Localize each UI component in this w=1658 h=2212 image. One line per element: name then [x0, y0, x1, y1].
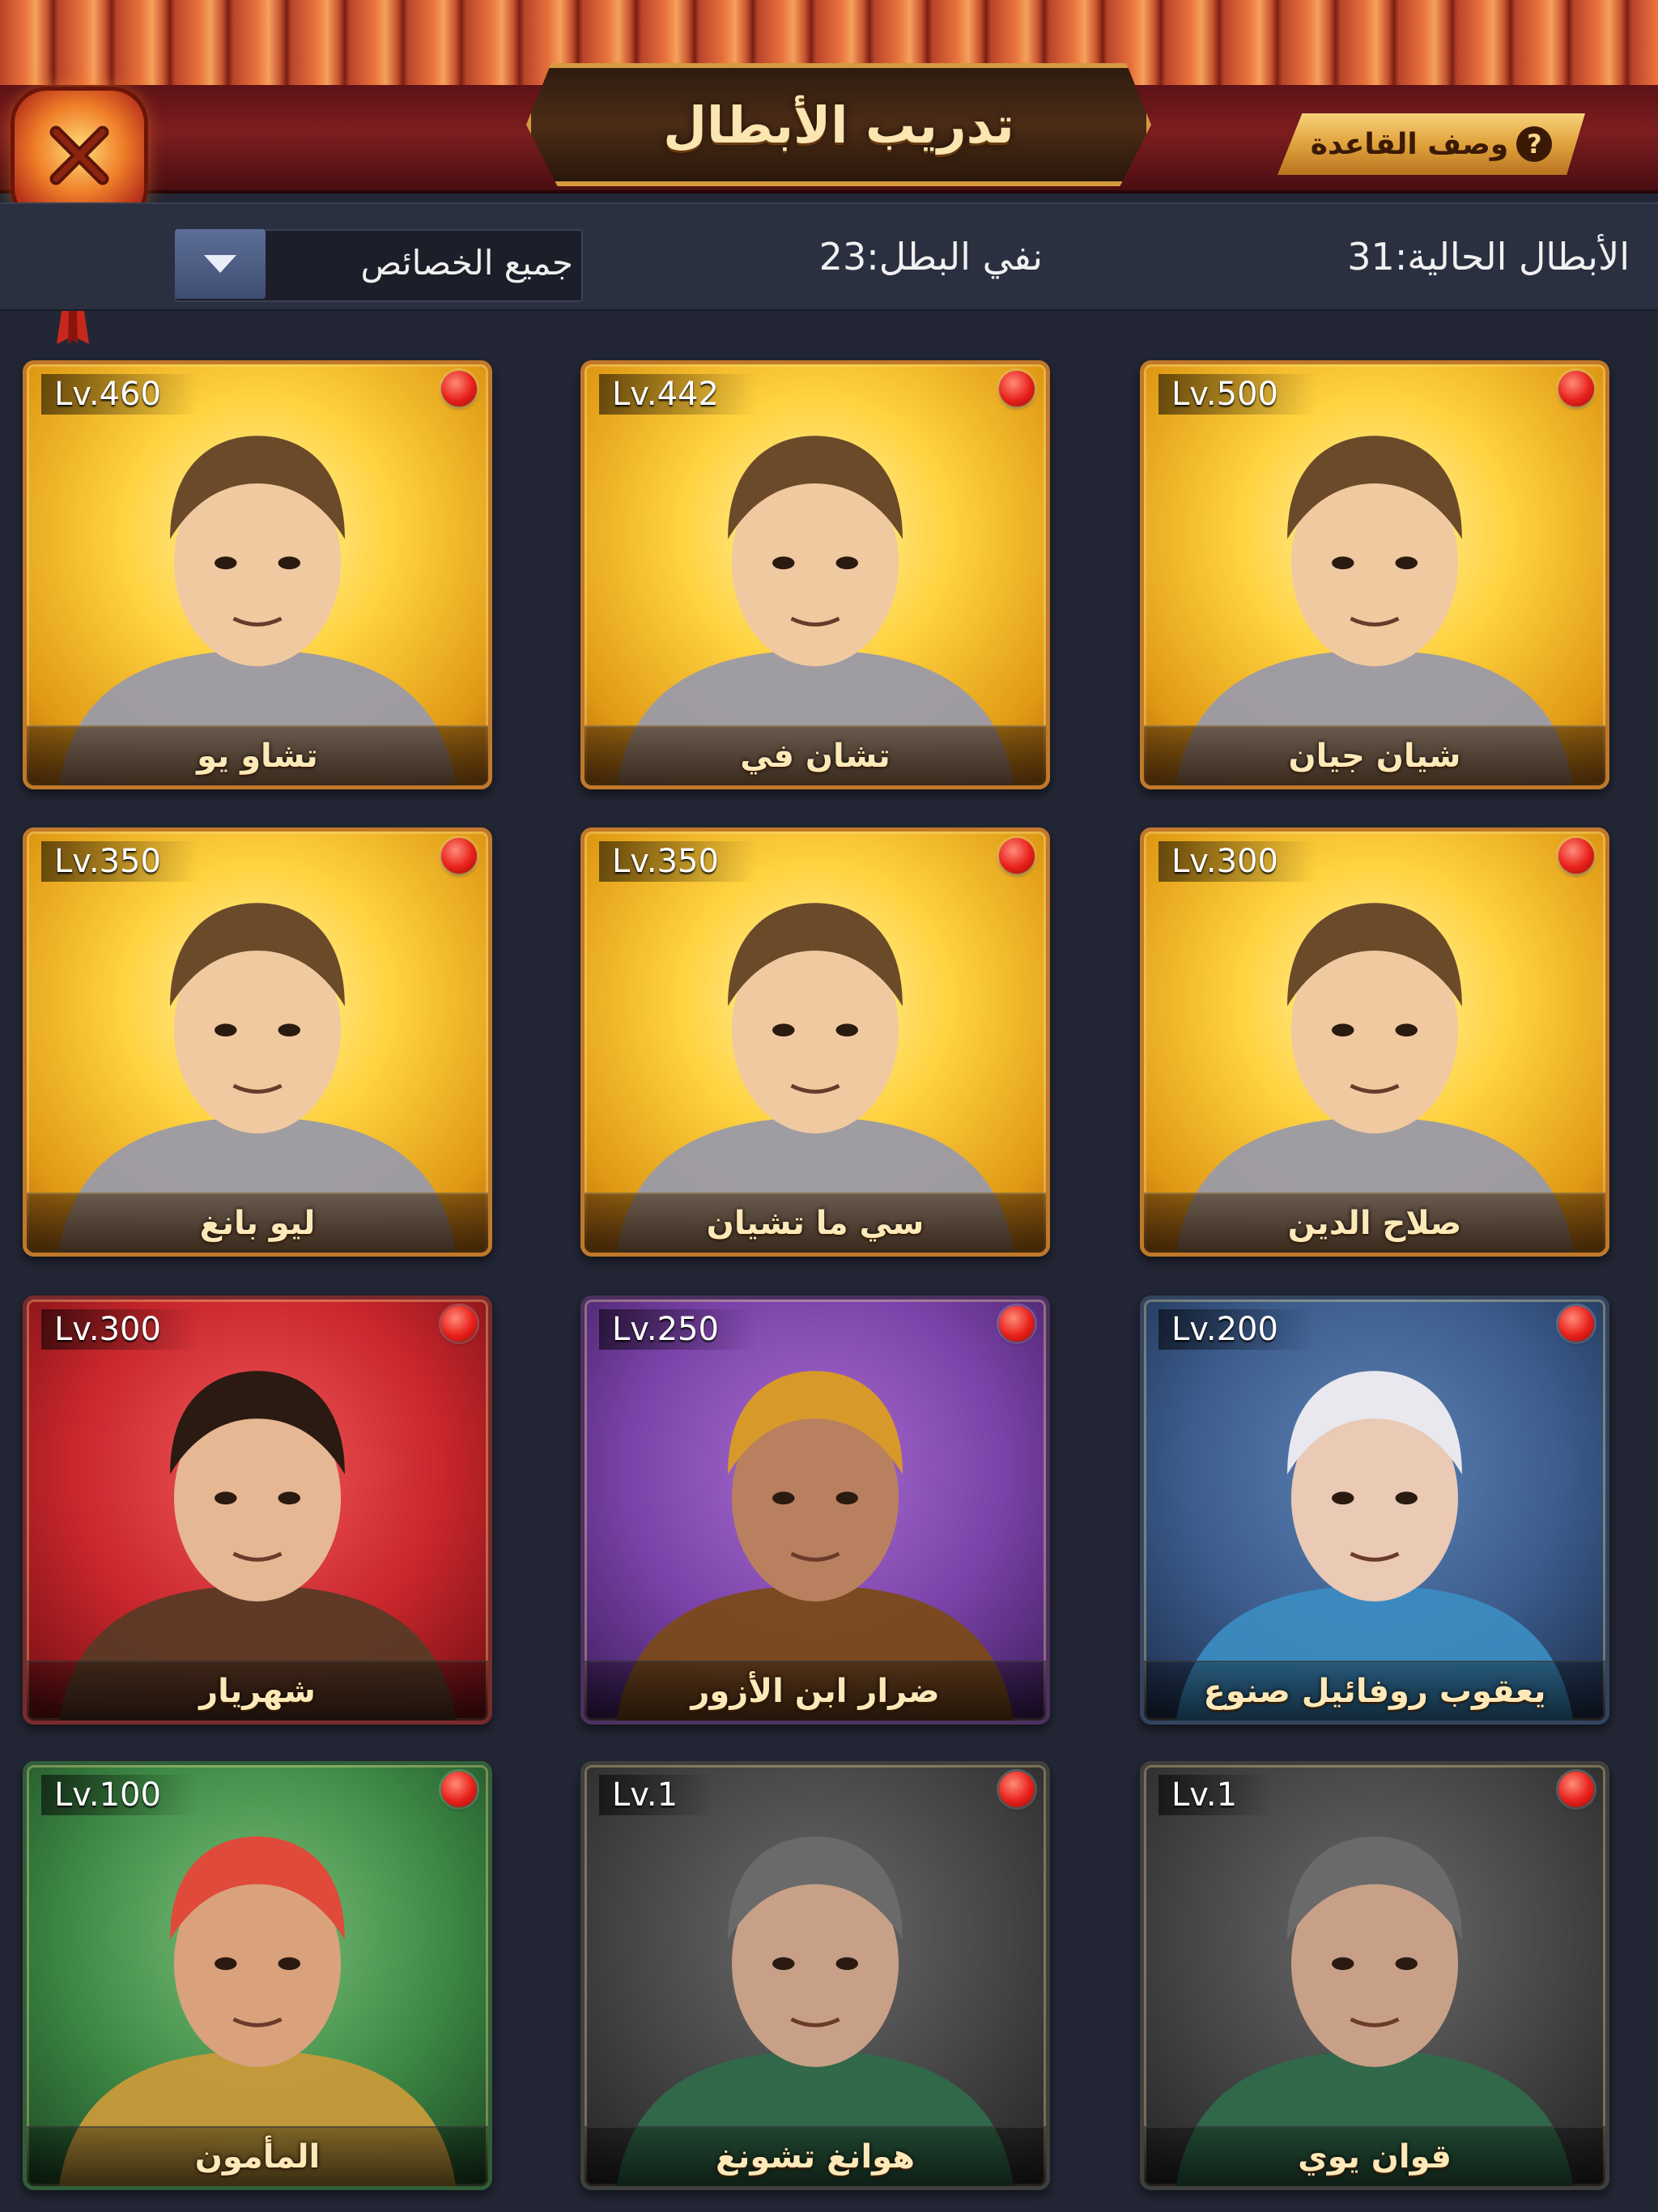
hero-card[interactable]: Lv.300 شهريار: [23, 1295, 492, 1725]
hero-name-bar: ليو بانغ: [27, 1193, 488, 1253]
hero-card[interactable]: Lv.500 شيان جيان: [1140, 360, 1609, 789]
hero-name-bar: هوانغ تشونغ: [585, 2126, 1046, 2186]
hero-portrait: [616, 436, 1014, 785]
notification-dot-icon: [1558, 838, 1594, 874]
hero-level: Lv.460: [41, 374, 198, 415]
hero-level: Lv.100: [41, 1775, 198, 1815]
hero-name-bar: تشان في: [585, 725, 1046, 785]
notification-dot-icon: [999, 1772, 1035, 1807]
hero-name: قوان يوي: [1298, 2138, 1452, 2176]
hero-name-bar: سي ما تشيان: [585, 1193, 1046, 1253]
hero-portrait: [616, 1371, 1014, 1721]
dropdown-arrow-button[interactable]: [175, 229, 266, 299]
hero-level: Lv.200: [1158, 1309, 1316, 1350]
current-heroes-count: الأبطال الحالية:31: [1347, 235, 1630, 279]
hero-name-bar: يعقوب روفائيل صنوع: [1144, 1661, 1605, 1721]
hero-card[interactable]: Lv.1 هوانغ تشونغ: [580, 1761, 1050, 2190]
hero-portrait: [1175, 436, 1574, 785]
chevron-down-icon: [204, 255, 236, 273]
notification-dot-icon: [441, 838, 477, 874]
hero-portrait: [58, 1836, 457, 2186]
hero-name: يعقوب روفائيل صنوع: [1203, 1673, 1546, 1710]
title-plate: تدريب الأبطال: [526, 63, 1151, 186]
hero-card[interactable]: Lv.250 ضرار ابن الأزور: [580, 1295, 1050, 1725]
close-icon: [49, 125, 109, 185]
notification-dot-icon: [999, 371, 1035, 406]
hero-name: هوانغ تشونغ: [716, 2138, 915, 2176]
hero-level: Lv.350: [41, 841, 198, 882]
hero-card[interactable]: Lv.350 سي ما تشيان: [580, 827, 1050, 1257]
exiled-heroes-count: نفي البطل:23: [818, 235, 1043, 279]
hero-level: Lv.300: [41, 1309, 198, 1350]
hero-name: شهريار: [199, 1673, 316, 1710]
hero-level: Lv.250: [599, 1309, 756, 1350]
hero-name: ضرار ابن الأزور: [691, 1673, 940, 1710]
hero-portrait: [1175, 1371, 1574, 1721]
hero-portrait: [1175, 1836, 1574, 2186]
notification-dot-icon: [1558, 1306, 1594, 1342]
hero-portrait: [58, 903, 457, 1253]
hero-name: سي ما تشيان: [706, 1205, 925, 1242]
hero-level: Lv.350: [599, 841, 756, 882]
notification-dot-icon: [1558, 371, 1594, 406]
hero-level: Lv.300: [1158, 841, 1316, 882]
hero-card[interactable]: Lv.460 تشاو يو: [23, 360, 492, 789]
rule-description-label: وصف القاعدة: [1310, 127, 1509, 161]
hero-card[interactable]: Lv.300 صلاح الدين: [1140, 827, 1609, 1257]
notification-dot-icon: [999, 838, 1035, 874]
hero-level: Lv.500: [1158, 374, 1316, 415]
hero-name: تشاو يو: [197, 738, 318, 775]
hero-card[interactable]: Lv.442 تشان في: [580, 360, 1050, 789]
hero-name-bar: شيان جيان: [1144, 725, 1605, 785]
hero-name-bar: قوان يوي: [1144, 2126, 1605, 2186]
hero-name: شيان جيان: [1288, 738, 1461, 775]
hero-name: المأمون: [194, 2138, 321, 2176]
hero-portrait: [616, 1836, 1014, 2186]
hero-level: Lv.1: [1158, 1775, 1275, 1815]
rule-description-button[interactable]: وصف القاعدة ?: [1278, 113, 1585, 175]
hero-card[interactable]: Lv.350 ليو بانغ: [23, 827, 492, 1257]
notification-dot-icon: [1558, 1772, 1594, 1807]
hero-name-bar: المأمون: [27, 2126, 488, 2186]
hero-name-bar: ضرار ابن الأزور: [585, 1661, 1046, 1721]
notification-dot-icon: [441, 1306, 477, 1342]
hero-card[interactable]: Lv.100 المأمون: [23, 1761, 492, 2190]
hero-portrait: [1175, 903, 1574, 1253]
hero-portrait: [58, 436, 457, 785]
hero-level: Lv.1: [599, 1775, 716, 1815]
hero-name: صلاح الدين: [1287, 1205, 1462, 1242]
hero-portrait: [616, 903, 1014, 1253]
question-icon: ?: [1516, 126, 1553, 162]
hero-name-bar: تشاو يو: [27, 725, 488, 785]
notification-dot-icon: [441, 1772, 477, 1807]
hero-name-bar: صلاح الدين: [1144, 1193, 1605, 1253]
filter-selected-value: جميع الخصائص: [360, 243, 573, 283]
hero-card[interactable]: Lv.200 يعقوب روفائيل صنوع: [1140, 1295, 1609, 1725]
close-button[interactable]: [15, 91, 144, 220]
hero-name: تشان في: [740, 738, 891, 775]
page-title: تدريب الأبطال: [663, 95, 1014, 155]
hero-name-bar: شهريار: [27, 1661, 488, 1721]
hero-card[interactable]: Lv.1 قوان يوي: [1140, 1761, 1609, 2190]
notification-dot-icon: [999, 1306, 1035, 1342]
hero-level: Lv.442: [599, 374, 756, 415]
notification-dot-icon: [441, 371, 477, 406]
hero-portrait: [58, 1371, 457, 1721]
hero-name: ليو بانغ: [199, 1205, 316, 1242]
